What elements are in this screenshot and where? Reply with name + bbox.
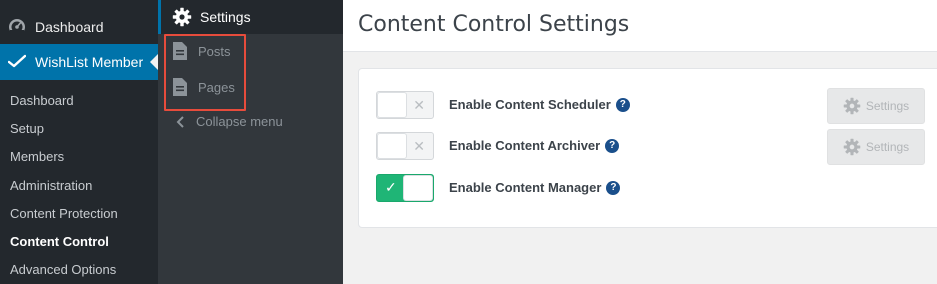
toggle-knob	[378, 134, 406, 158]
toggle-knob	[378, 93, 406, 117]
setting-label-text: Enable Content Archiver	[449, 138, 601, 153]
sidebar-item-content-protection[interactable]: Content Protection	[10, 206, 118, 222]
dashboard-icon	[8, 18, 26, 36]
settings-button-label: Settings	[865, 99, 910, 113]
setting-label-scheduler: Enable Content Scheduler ?	[449, 97, 630, 112]
active-menu-arrow	[150, 54, 158, 70]
main-content: Content Control Settings ✕ Enable Conten…	[343, 0, 937, 284]
highlight-box	[164, 34, 246, 111]
setting-label-text: Enable Content Manager	[449, 180, 602, 195]
settings-button-label: Settings	[865, 140, 910, 154]
help-icon[interactable]: ?	[605, 138, 620, 153]
sidebar-item-content-control[interactable]: Content Control	[10, 234, 109, 250]
page-title: Content Control Settings	[358, 12, 630, 37]
sidebar-item-advanced-options[interactable]: Advanced Options	[10, 262, 116, 278]
gear-icon	[843, 138, 861, 156]
admin-sidebar: Dashboard WishList Member Dashboard Setu…	[0, 0, 158, 284]
gear-icon	[172, 7, 192, 27]
content-archiver-toggle[interactable]: ✕	[376, 132, 434, 160]
toggle-knob	[404, 176, 432, 200]
submenu-settings-label: Settings	[200, 9, 251, 25]
menu-dashboard-label: Dashboard	[35, 19, 104, 35]
setting-label-archiver: Enable Content Archiver ?	[449, 138, 620, 153]
sidebar-item-members[interactable]: Members	[10, 149, 64, 165]
setting-row-archiver: ✕ Enable Content Archiver ? Settings	[359, 129, 937, 165]
setting-label-manager: Enable Content Manager ?	[449, 180, 621, 195]
content-manager-toggle[interactable]: ✓	[376, 174, 434, 202]
menu-dashboard[interactable]: Dashboard	[0, 12, 158, 42]
setting-row-manager: ✓ Enable Content Manager ?	[359, 173, 937, 203]
content-scheduler-toggle[interactable]: ✕	[376, 91, 434, 119]
setting-label-text: Enable Content Scheduler	[449, 97, 611, 112]
collapse-menu-button[interactable]: Collapse menu	[176, 114, 283, 129]
sidebar-item-administration[interactable]: Administration	[10, 178, 92, 194]
setting-row-scheduler: ✕ Enable Content Scheduler ? Settings	[359, 88, 937, 124]
page-header: Content Control Settings	[343, 0, 937, 52]
sidebar-item-setup[interactable]: Setup	[10, 121, 44, 137]
menu-wishlist-label: WishList Member	[35, 54, 144, 70]
help-icon[interactable]: ?	[615, 97, 630, 112]
help-icon[interactable]: ?	[606, 180, 621, 195]
x-icon: ✕	[413, 97, 425, 113]
collapse-menu-label: Collapse menu	[196, 114, 283, 129]
submenu-settings[interactable]: Settings	[158, 0, 343, 34]
chevron-left-icon	[176, 115, 186, 129]
scheduler-settings-button[interactable]: Settings	[827, 88, 925, 124]
gear-icon	[843, 97, 861, 115]
menu-wishlist-member[interactable]: WishList Member	[0, 44, 158, 80]
wishlist-icon	[8, 53, 26, 71]
archiver-settings-button[interactable]: Settings	[827, 129, 925, 165]
check-icon: ✓	[385, 179, 397, 195]
sidebar-item-dashboard[interactable]: Dashboard	[10, 93, 74, 109]
settings-card: ✕ Enable Content Scheduler ? Settings ✕ …	[358, 68, 937, 228]
x-icon: ✕	[413, 138, 425, 154]
